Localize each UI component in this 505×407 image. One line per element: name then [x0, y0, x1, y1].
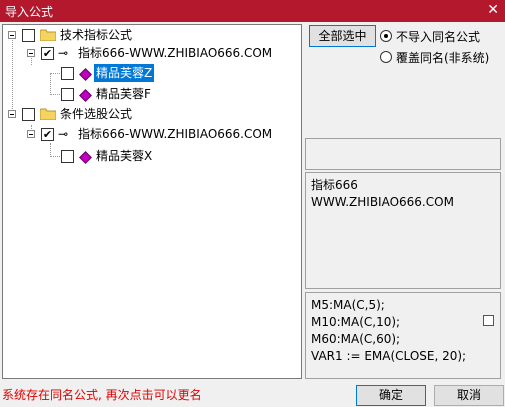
- tree-item-label: 精品芙蓉Z: [94, 64, 155, 82]
- radio-button[interactable]: [380, 51, 392, 63]
- tree-line: [50, 73, 60, 74]
- code-line: M60:MA(C,60);: [311, 332, 401, 346]
- cancel-button[interactable]: 取消: [434, 385, 504, 406]
- radio-label: 不导入同名公式: [396, 30, 481, 44]
- tree-line: [50, 156, 60, 157]
- code-line: VAR1 := EMA(CLOSE, 20);: [311, 349, 467, 363]
- source-label: 指标666-WWW.ZHIBIAO666.COM: [78, 46, 273, 60]
- status-message: 系统存在同名公式, 再次点击可以更名: [2, 388, 202, 402]
- item-checkbox[interactable]: [61, 150, 74, 163]
- formula-tree[interactable]: 技术指标公式 ✔ ⊸ 指标666-WWW.ZHIBIAO666.COM 精品芙蓉…: [2, 24, 302, 379]
- item-checkbox[interactable]: [61, 67, 74, 80]
- radio-label: 覆盖同名(非系统): [396, 51, 490, 65]
- tree-group-label: 条件选股公式: [60, 107, 133, 121]
- tree-group-label: 技术指标公式: [60, 28, 133, 42]
- group-checkbox[interactable]: [22, 29, 35, 42]
- tree-line: [50, 143, 51, 157]
- blank-panel: [305, 138, 501, 170]
- collapse-icon[interactable]: [8, 110, 16, 118]
- ok-button[interactable]: 确定: [356, 385, 426, 406]
- code-line: M10:MA(C,10);: [311, 315, 401, 329]
- formula-gem-icon: [79, 151, 92, 164]
- tree-line: [50, 73, 51, 95]
- tree-line: [50, 94, 60, 95]
- key-icon: ⊸: [58, 127, 69, 141]
- key-icon: ⊸: [58, 46, 69, 60]
- collapse-icon[interactable]: [8, 31, 16, 39]
- tree-line: [12, 37, 13, 115]
- folder-icon: [40, 29, 56, 41]
- formula-code-panel: M5:MA(C,5); M10:MA(C,10); M60:MA(C,60); …: [305, 292, 501, 379]
- item-checkbox[interactable]: [61, 88, 74, 101]
- title-bar: 导入公式 ✕: [0, 0, 505, 22]
- close-icon[interactable]: ✕: [487, 1, 499, 19]
- collapse-icon[interactable]: [27, 49, 35, 57]
- panel-checkbox[interactable]: [483, 315, 494, 326]
- source-checkbox[interactable]: ✔: [41, 128, 54, 141]
- folder-icon: [40, 108, 56, 120]
- description-line: WWW.ZHIBIAO666.COM: [311, 195, 454, 209]
- source-label: 指标666-WWW.ZHIBIAO666.COM: [78, 127, 273, 141]
- tree-item-label: 精品芙蓉X: [96, 149, 153, 163]
- collapse-icon[interactable]: [27, 130, 35, 138]
- select-all-button[interactable]: 全部选中: [309, 25, 376, 47]
- formula-gem-icon: [79, 89, 92, 102]
- window-title: 导入公式: [5, 5, 54, 19]
- group-checkbox[interactable]: [22, 108, 35, 121]
- radio-button[interactable]: [380, 30, 392, 42]
- source-checkbox[interactable]: ✔: [41, 47, 54, 60]
- formula-gem-icon: [79, 68, 92, 81]
- description-line: 指标666: [311, 178, 358, 192]
- code-line: M5:MA(C,5);: [311, 298, 385, 312]
- tree-item-label: 精品芙蓉F: [96, 87, 151, 101]
- description-panel: 指标666 WWW.ZHIBIAO666.COM: [305, 172, 501, 289]
